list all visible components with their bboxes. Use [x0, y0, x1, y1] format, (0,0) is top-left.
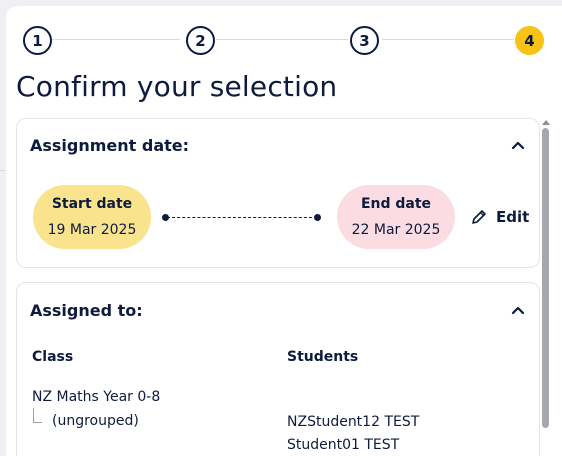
scrollbar[interactable]	[540, 118, 552, 456]
class-name: NZ Maths Year 0-8	[32, 389, 161, 405]
scroll-up-arrow-icon[interactable]	[542, 120, 550, 125]
edit-label: Edit	[496, 208, 530, 226]
group-name: (ungrouped)	[52, 413, 139, 429]
student-name: NZStudent12 TEST	[287, 414, 420, 430]
stepper-connector	[216, 39, 348, 40]
assignment-date-card: Assignment date: Start date 19 Mar 2025 …	[16, 118, 540, 268]
chevron-up-icon[interactable]	[511, 140, 525, 150]
connector-dot-end	[314, 214, 321, 221]
tree-connector	[33, 408, 42, 423]
assignment-date-header: Assignment date:	[30, 136, 190, 155]
end-date-pill: End date 22 Mar 2025	[337, 185, 455, 249]
assigned-to-card: Assigned to: Class Students NZ Maths Yea…	[16, 282, 540, 456]
start-date-label: Start date	[51, 196, 133, 212]
stepper-connector	[382, 39, 514, 40]
start-date-pill: Start date 19 Mar 2025	[33, 185, 151, 249]
end-date-label: End date	[360, 196, 432, 212]
student-name: Student01 TEST	[287, 437, 400, 453]
step-3[interactable]: 3	[350, 26, 379, 55]
assigned-to-header: Assigned to:	[30, 301, 143, 320]
start-date-value: 19 Mar 2025	[47, 222, 137, 238]
end-date-value: 22 Mar 2025	[351, 222, 441, 238]
students-column-header: Students	[287, 349, 359, 365]
stepper-connector	[52, 39, 180, 40]
chevron-up-icon[interactable]	[511, 305, 525, 315]
progress-stepper: 1 2 3 4	[16, 24, 546, 56]
page-title: Confirm your selection	[16, 70, 338, 103]
step-4-current[interactable]: 4	[515, 26, 544, 55]
pencil-icon	[472, 210, 486, 224]
scrollbar-thumb[interactable]	[542, 128, 549, 428]
class-column-header: Class	[32, 349, 74, 365]
step-2[interactable]: 2	[186, 26, 215, 55]
step-1[interactable]: 1	[23, 26, 52, 55]
edit-dates-button[interactable]: Edit	[470, 208, 529, 226]
date-range-connector	[167, 217, 317, 218]
